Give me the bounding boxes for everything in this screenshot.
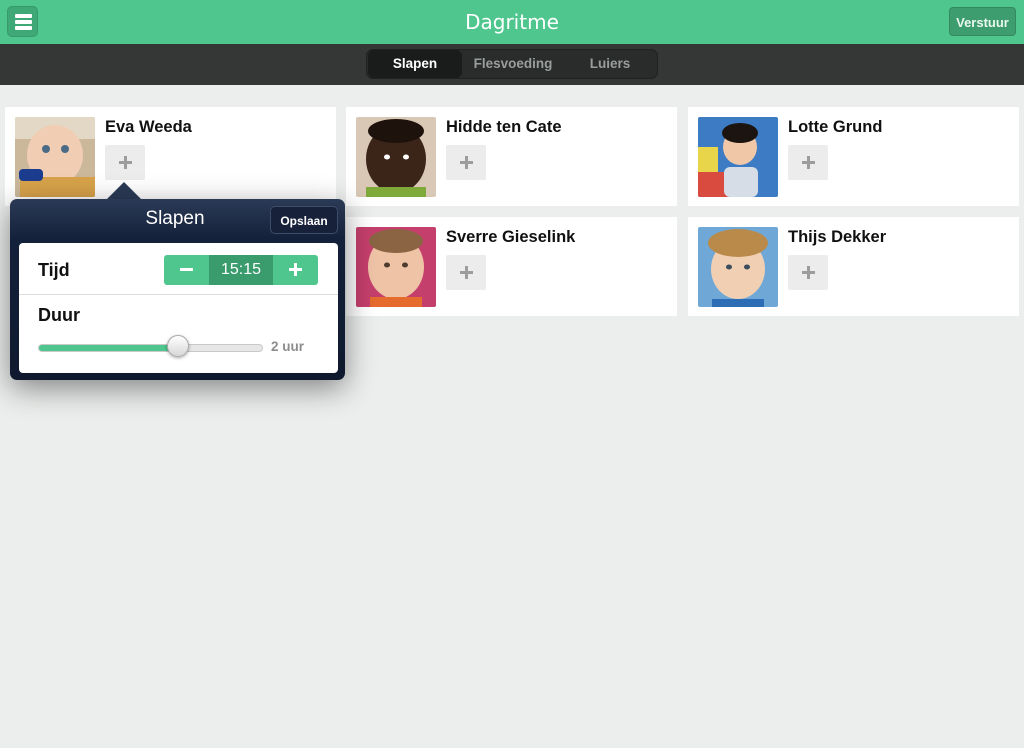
send-button[interactable]: Verstuur <box>949 7 1016 36</box>
child-name: Hidde ten Cate <box>446 118 562 136</box>
child-name: Lotte Grund <box>788 118 883 136</box>
plus-icon[interactable] <box>273 255 318 285</box>
child-name: Eva Weeda <box>105 118 192 136</box>
add-button[interactable] <box>105 145 145 180</box>
tab-slapen[interactable]: Slapen <box>368 50 462 78</box>
add-button[interactable] <box>446 255 486 290</box>
top-bar: Dagritme Verstuur <box>0 0 1024 44</box>
divider <box>19 294 338 295</box>
add-button[interactable] <box>446 145 486 180</box>
duration-slider-fill <box>39 345 179 351</box>
child-card[interactable]: Eva Weeda <box>5 107 336 206</box>
duration-label: Duur <box>38 305 80 325</box>
time-value: 15:15 <box>209 255 273 285</box>
time-label: Tijd <box>38 260 70 280</box>
page-title: Dagritme <box>465 10 559 34</box>
child-photo <box>356 227 436 307</box>
time-stepper: 15:15 <box>164 255 318 285</box>
add-button[interactable] <box>788 255 828 290</box>
duration-slider-track[interactable] <box>38 344 263 352</box>
save-button[interactable]: Opslaan <box>270 206 338 234</box>
tab-flesvoeding[interactable]: Flesvoeding <box>462 50 564 78</box>
sleep-popover: Slapen Opslaan Tijd 15:15 Duur 2 uur <box>10 199 345 380</box>
child-card[interactable]: Thijs Dekker <box>688 217 1019 316</box>
child-card[interactable]: Sverre Gieselink <box>346 217 677 316</box>
tab-luiers[interactable]: Luiers <box>564 50 656 78</box>
duration-value: 2 uur <box>271 339 305 354</box>
child-photo <box>15 117 95 197</box>
segmented-control: Slapen Flesvoeding Luiers <box>366 49 658 79</box>
child-card[interactable]: Hidde ten Cate <box>346 107 677 206</box>
child-card[interactable]: Lotte Grund <box>688 107 1019 206</box>
popover-body: Tijd 15:15 Duur 2 uur <box>19 243 338 373</box>
popover-title: Slapen <box>145 208 205 229</box>
child-name: Thijs Dekker <box>788 228 887 246</box>
duration-slider-thumb[interactable] <box>166 335 189 357</box>
child-photo <box>698 117 778 197</box>
popover-arrow <box>106 182 142 200</box>
child-name: Sverre Gieselink <box>446 228 576 246</box>
child-photo <box>698 227 778 307</box>
minus-icon[interactable] <box>164 255 209 285</box>
child-photo <box>356 117 436 197</box>
segment-bar: Slapen Flesvoeding Luiers <box>0 44 1024 85</box>
add-button[interactable] <box>788 145 828 180</box>
